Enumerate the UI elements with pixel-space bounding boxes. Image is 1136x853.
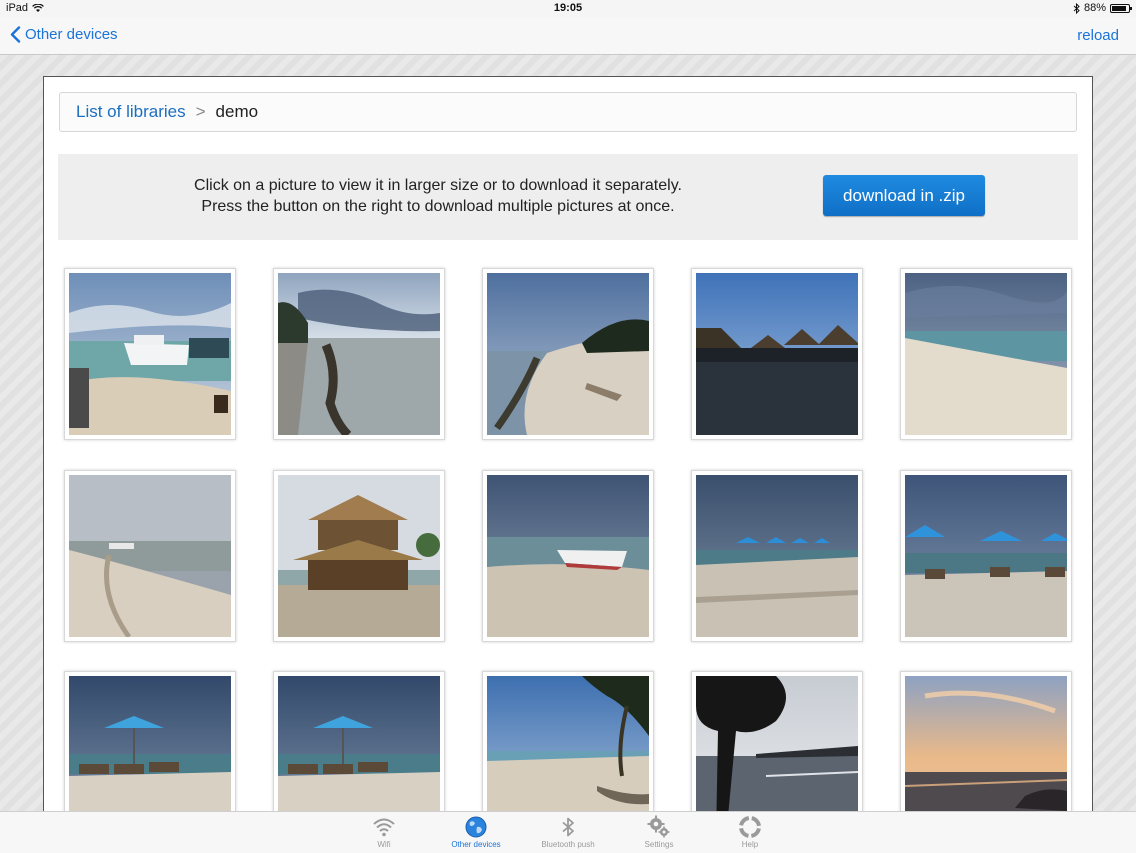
tab-help[interactable]: Help — [705, 812, 795, 853]
info-line-1: Click on a picture to view it in larger … — [194, 177, 682, 194]
photo-grey-shore — [69, 475, 231, 637]
tab-other-devices-label: Other devices — [451, 840, 501, 849]
photo-thumbnail[interactable] — [691, 470, 863, 642]
info-text: Click on a picture to view it in larger … — [118, 175, 758, 217]
photo-thumbnail[interactable] — [482, 671, 654, 815]
tab-wifi[interactable]: Wifi — [339, 812, 429, 853]
photo-beach-huts — [696, 273, 858, 435]
tab-bluetooth-push-label: Bluetooth push — [541, 840, 595, 849]
tab-bar: Wifi Other devices Bluetooth push Settin… — [0, 811, 1136, 853]
photo-umbrella-row — [696, 475, 858, 637]
gear-icon — [647, 815, 670, 838]
photo-single-umbrella-2 — [278, 676, 440, 815]
tab-settings[interactable]: Settings — [614, 812, 704, 853]
tab-wifi-label: Wifi — [377, 840, 391, 849]
photo-thumbnail[interactable] — [64, 268, 236, 440]
status-bar: iPad 19:05 88% — [0, 0, 1136, 18]
bluetooth-icon — [562, 817, 574, 837]
photo-thumbnail[interactable] — [900, 268, 1072, 440]
back-button[interactable]: Other devices — [10, 26, 118, 43]
photo-boat-beach — [69, 273, 231, 435]
bluetooth-status-icon — [1073, 2, 1080, 14]
photo-thatched-hut — [278, 475, 440, 637]
battery-percent: 88% — [1083, 2, 1106, 14]
tab-other-devices[interactable]: Other devices — [431, 812, 521, 853]
photo-wide-beach — [905, 273, 1067, 435]
photo-thumbnail[interactable] — [273, 470, 445, 642]
globe-icon — [465, 816, 487, 838]
photo-thumbnail[interactable] — [273, 268, 445, 440]
lifebuoy-icon — [738, 815, 762, 839]
download-zip-button[interactable]: download in .zip — [823, 175, 985, 216]
photo-sunset — [905, 676, 1067, 815]
photo-thumbnail[interactable] — [273, 671, 445, 815]
photo-thumbnail[interactable] — [900, 470, 1072, 642]
photo-thumbnail[interactable] — [691, 268, 863, 440]
photo-thumbnail[interactable] — [900, 671, 1072, 815]
photo-thumbnail[interactable] — [482, 470, 654, 642]
tab-bluetooth-push[interactable]: Bluetooth push — [523, 812, 613, 853]
photo-single-umbrella — [69, 676, 231, 815]
wifi-icon — [373, 818, 395, 837]
reload-button[interactable]: reload — [1077, 27, 1119, 44]
photo-seaweed-shore — [278, 273, 440, 435]
web-page: List of libraries > demo Click on a pict… — [43, 76, 1093, 816]
info-box: Click on a picture to view it in larger … — [58, 154, 1078, 240]
photo-palm-beach — [487, 676, 649, 815]
chevron-left-icon — [10, 26, 21, 43]
status-time: 19:05 — [553, 2, 583, 14]
photo-umbrellas-chairs — [905, 475, 1067, 637]
photo-thumbnail[interactable] — [64, 470, 236, 642]
photo-thumbnail[interactable] — [482, 268, 654, 440]
photo-stranded-boat — [487, 475, 649, 637]
photo-tree-silhouette — [696, 676, 858, 815]
breadcrumb-current: demo — [215, 102, 259, 121]
breadcrumb-separator: > — [195, 102, 206, 121]
tab-help-label: Help — [741, 840, 759, 849]
photo-thumbnail[interactable] — [64, 671, 236, 815]
status-right: 88% — [1073, 2, 1132, 14]
breadcrumb: List of libraries > demo — [59, 92, 1077, 132]
info-line-2: Press the button on the right to downloa… — [201, 198, 675, 215]
breadcrumb-libraries-link[interactable]: List of libraries — [76, 102, 186, 122]
tab-settings-label: Settings — [644, 840, 674, 849]
navigation-bar: Other devices reload — [0, 18, 1136, 55]
photo-thumbnail[interactable] — [691, 671, 863, 815]
battery-icon — [1110, 3, 1132, 13]
back-label: Other devices — [25, 26, 118, 43]
photo-driftwood-beach — [487, 273, 649, 435]
